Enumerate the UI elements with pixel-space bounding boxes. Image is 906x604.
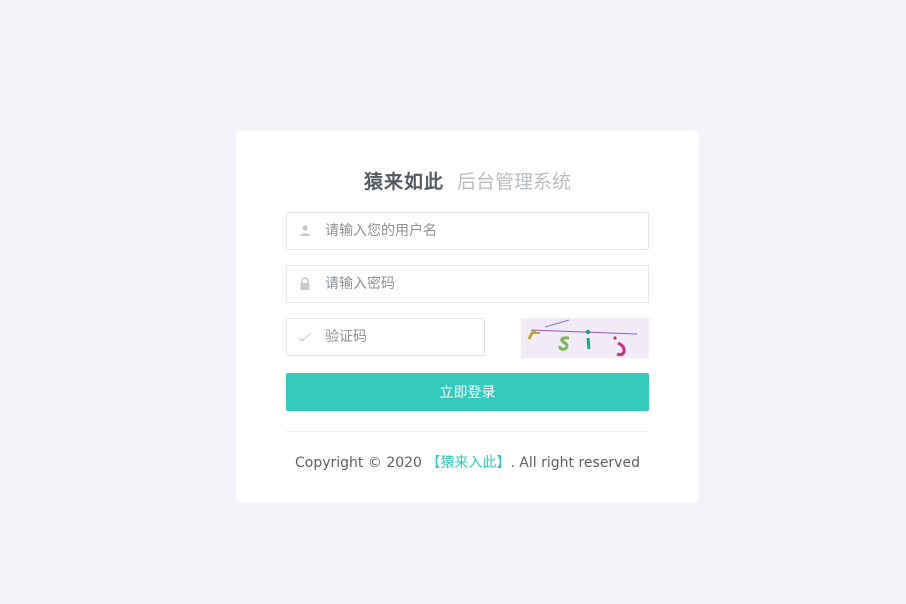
password-input[interactable] bbox=[325, 266, 625, 302]
brand-logo-text: 猿来如此 bbox=[363, 170, 444, 193]
user-icon bbox=[297, 223, 313, 239]
login-button[interactable]: 立即登录 bbox=[286, 373, 649, 411]
brand-link[interactable]: 【猿来入此】 bbox=[426, 455, 510, 471]
check-icon bbox=[297, 329, 313, 345]
divider bbox=[286, 431, 649, 432]
system-subtitle: 后台管理系统 bbox=[457, 170, 572, 193]
captcha-image[interactable] bbox=[521, 318, 649, 358]
login-card: 猿来如此 后台管理系统 请输入您的用户名 验证码 立即登录 Copyright … bbox=[236, 131, 699, 503]
copyright-suffix: . All right reserved bbox=[510, 455, 640, 471]
username-field[interactable] bbox=[286, 212, 649, 250]
password-field[interactable] bbox=[286, 265, 649, 303]
copyright: Copyright © 2020 【猿来入此】. All right reser… bbox=[236, 452, 699, 472]
captcha-field[interactable] bbox=[286, 318, 625, 356]
lock-icon bbox=[297, 276, 313, 292]
username-input[interactable] bbox=[325, 213, 625, 249]
copyright-text: Copyright © 2020 bbox=[295, 455, 427, 471]
login-title: 猿来如此 后台管理系统 bbox=[236, 167, 699, 195]
